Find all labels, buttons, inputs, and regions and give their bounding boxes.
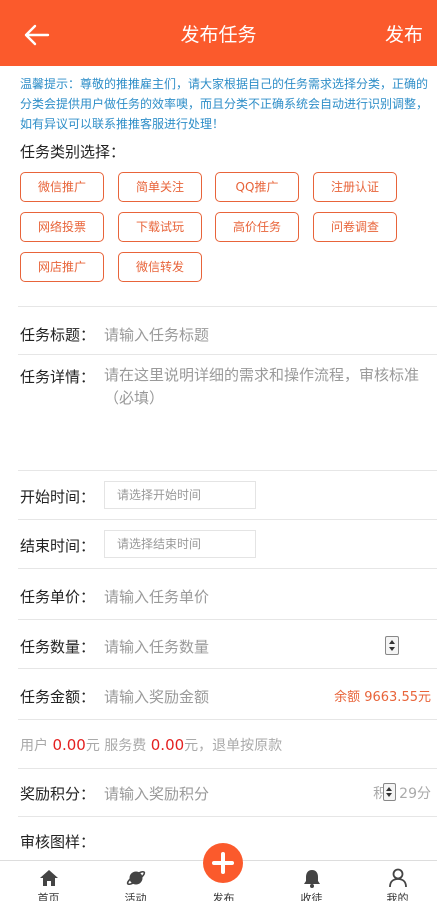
tab-label: 收徒 — [300, 892, 323, 901]
divider — [18, 354, 437, 355]
category-chip[interactable]: 微信转发 — [118, 252, 202, 282]
price-input[interactable]: 请输入任务单价 — [104, 586, 209, 607]
quantity-label: 任务数量： — [20, 638, 96, 656]
category-chip[interactable]: 高价任务 — [215, 212, 299, 242]
divider — [18, 768, 437, 769]
tab-home[interactable]: 首页 — [5, 861, 92, 901]
category-chip[interactable]: 注册认证 — [313, 172, 397, 202]
fee-service-label: 元 服务费 — [85, 738, 147, 754]
fee-user-value: 0.00 — [52, 736, 86, 754]
end-time-input[interactable]: 请选择结束时间 — [104, 530, 256, 558]
points-label: 奖励积分： — [20, 785, 96, 803]
category-chip[interactable]: 问卷调查 — [313, 212, 397, 242]
arrow-left-icon — [24, 24, 50, 46]
tab-label: 我的 — [386, 892, 409, 901]
sample-label: 审核图样： — [20, 833, 96, 851]
tab-mine[interactable]: 我的 — [354, 861, 437, 901]
detail-textarea[interactable]: 请在这里说明详细的需求和操作流程，审核标准（必填） — [104, 364, 430, 410]
fee-tail: 元，退单按原款 — [184, 738, 283, 754]
page-title: 发布任务 — [180, 24, 257, 46]
points-stepper[interactable] — [383, 783, 396, 801]
divider — [18, 519, 437, 520]
publish-fab-plus-icon[interactable] — [203, 843, 243, 883]
tip-text: 温馨提示：尊敬的推推雇主们，请大家根据自己的任务需求选择分类，正确的分类会提供用… — [20, 77, 429, 131]
tab-activity[interactable]: 活动 — [92, 861, 179, 901]
app-header: 发布任务 发布 — [0, 0, 437, 66]
publish-button[interactable]: 发布 — [385, 20, 423, 47]
divider — [18, 719, 437, 720]
category-chip[interactable]: 简单关注 — [118, 172, 202, 202]
stepper-up-icon[interactable] — [386, 787, 392, 791]
category-chip[interactable]: 网络投票 — [20, 212, 104, 242]
end-time-label: 结束时间： — [20, 537, 96, 555]
home-icon — [40, 870, 58, 886]
category-chip[interactable]: 微信推广 — [20, 172, 104, 202]
points-suffix-b: 29分 — [399, 786, 431, 802]
price-label: 任务单价： — [20, 588, 96, 606]
fee-line: 用户 0.00元 服务费 0.00元，退单按原款 — [20, 735, 282, 755]
tab-label: 首页 — [37, 892, 60, 901]
category-chip[interactable]: 下载试玩 — [118, 212, 202, 242]
stepper-down-icon[interactable] — [386, 793, 392, 797]
points-suffix: 积 29分 — [373, 783, 431, 803]
fee-service-value: 0.00 — [150, 736, 185, 754]
planet-icon — [126, 870, 146, 886]
tab-apprentice[interactable]: 收徒 — [268, 861, 355, 901]
divider — [18, 306, 437, 307]
tab-label: 活动 — [124, 892, 147, 901]
bell-icon — [304, 870, 320, 888]
user-icon — [389, 868, 407, 888]
divider — [18, 568, 437, 569]
category-label: 任务类别选择： — [20, 143, 126, 161]
quantity-stepper[interactable] — [385, 636, 399, 655]
category-chip[interactable]: 网店推广 — [20, 252, 104, 282]
fee-user-label: 用户 — [20, 738, 48, 754]
quantity-input[interactable]: 请输入任务数量 — [104, 636, 209, 657]
back-button[interactable] — [22, 20, 52, 50]
amount-input[interactable]: 请输入奖励金额 — [104, 686, 209, 707]
points-input[interactable]: 请输入奖励积分 — [104, 783, 209, 804]
divider — [18, 470, 437, 471]
detail-label: 任务详情： — [20, 368, 96, 386]
divider — [18, 816, 437, 817]
divider — [18, 619, 437, 620]
tab-label: 发布 — [212, 892, 235, 901]
title-label: 任务标题： — [20, 326, 96, 344]
title-input[interactable]: 请输入任务标题 — [104, 324, 209, 345]
stepper-down-icon[interactable] — [389, 647, 395, 651]
category-chip[interactable]: QQ推广 — [215, 172, 299, 202]
stepper-up-icon[interactable] — [389, 640, 395, 644]
start-time-label: 开始时间： — [20, 488, 96, 506]
divider — [18, 668, 437, 669]
balance-text: 余额 9663.55元 — [334, 690, 431, 705]
start-time-input[interactable]: 请选择开始时间 — [104, 481, 256, 509]
amount-label: 任务金额： — [20, 688, 96, 706]
